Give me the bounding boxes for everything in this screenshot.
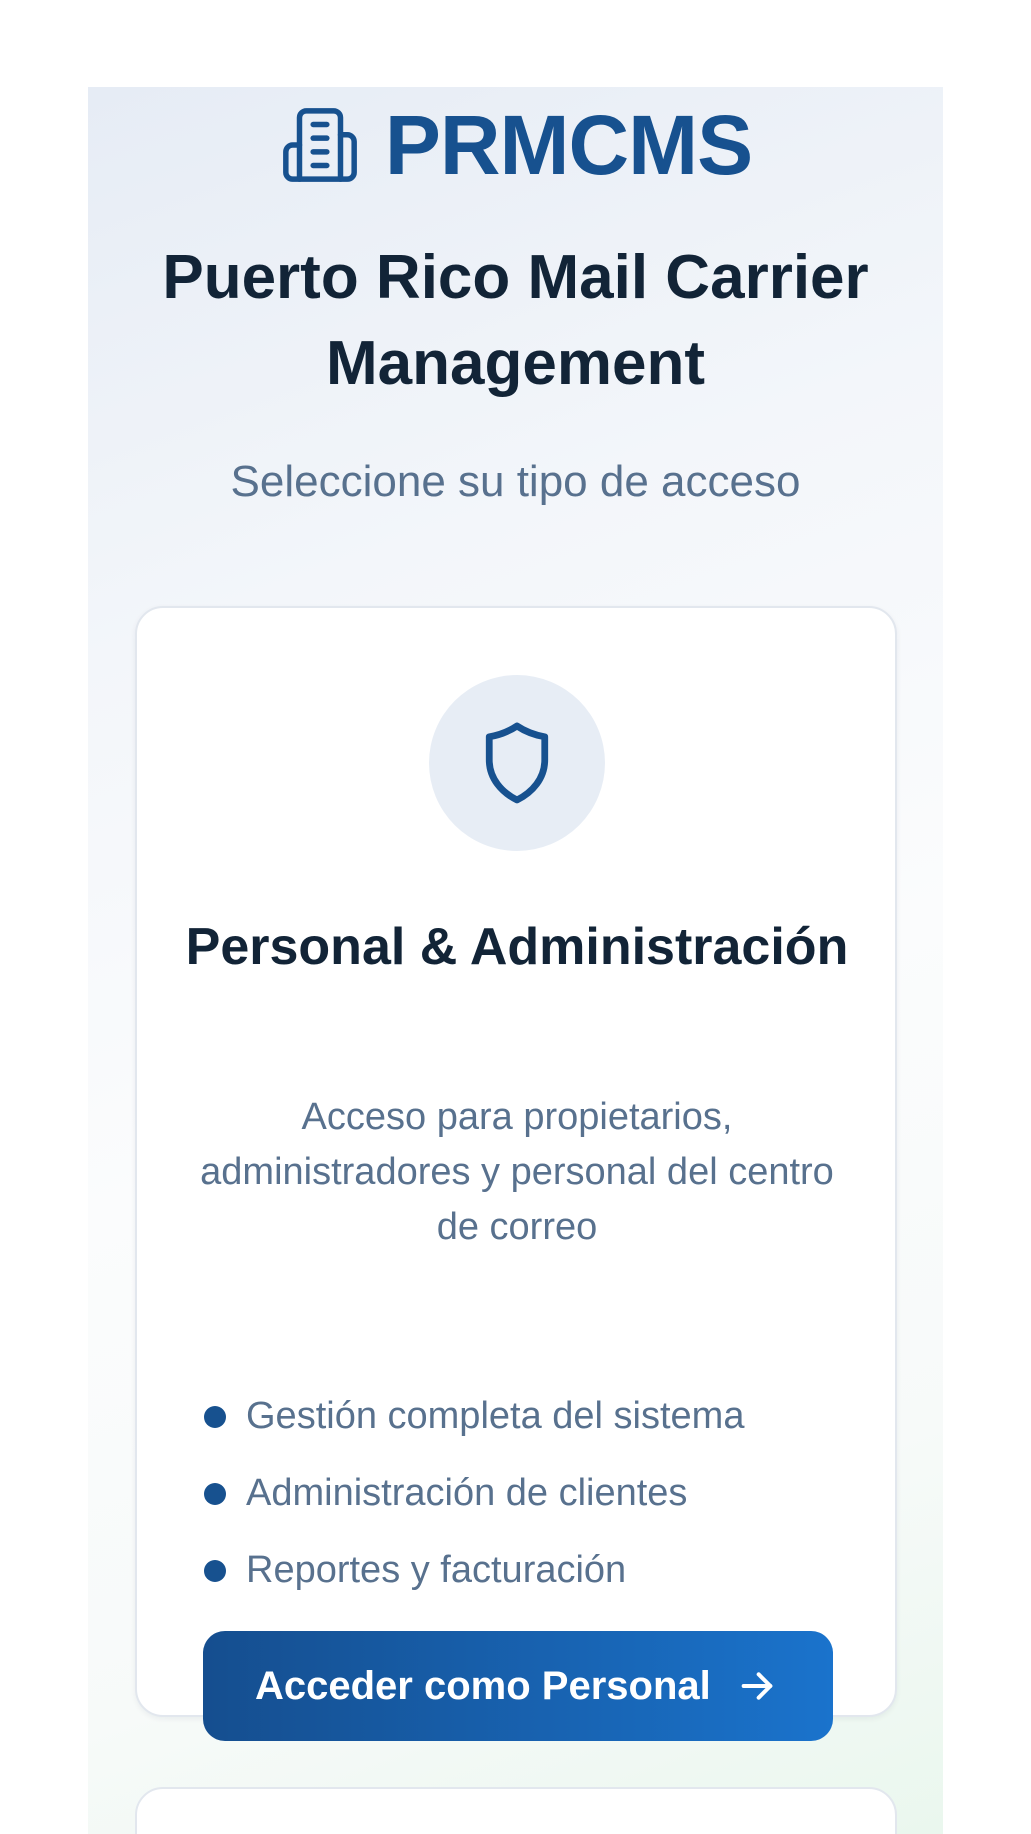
bullet-dot-icon [204, 1482, 226, 1505]
building-icon [282, 108, 357, 182]
access-selection-panel: PRMCMS Puerto Rico Mail Carrier Manageme… [88, 87, 943, 1834]
feature-text: Reportes y facturación [246, 1549, 627, 1591]
shield-icon-badge [429, 675, 605, 851]
bullet-dot-icon [204, 1559, 226, 1582]
next-access-card [135, 1787, 897, 1834]
feature-list: Gestión completa del sistema Administrac… [202, 1378, 842, 1609]
card-title: Personal & Administración [185, 918, 849, 976]
card-description: Acceso para propietarios, administradore… [200, 1096, 834, 1248]
brand-header: PRMCMS [88, 97, 943, 193]
feature-text: Gestión completa del sistema [246, 1395, 745, 1437]
feature-item: Administración de clientes [202, 1455, 842, 1532]
feature-item: Gestión completa del sistema [202, 1378, 842, 1455]
brand-name: PRMCMS [384, 97, 753, 192]
feature-text: Administración de clientes [246, 1472, 688, 1514]
page-subtitle: Seleccione su tipo de acceso [230, 457, 801, 506]
staff-access-button-label: Acceder como Personal [255, 1663, 711, 1708]
bullet-dot-icon [204, 1405, 226, 1428]
arrow-right-icon [741, 1672, 773, 1700]
staff-access-card: Personal & Administración Acceso para pr… [135, 606, 897, 1741]
staff-access-button[interactable]: Acceder como Personal [203, 1631, 833, 1741]
feature-item: Reportes y facturación [202, 1532, 842, 1609]
page-title: Puerto Rico Mail Carrier Management [162, 243, 869, 398]
shield-icon [485, 722, 549, 804]
page: PRMCMS Puerto Rico Mail Carrier Manageme… [0, 0, 1031, 1834]
